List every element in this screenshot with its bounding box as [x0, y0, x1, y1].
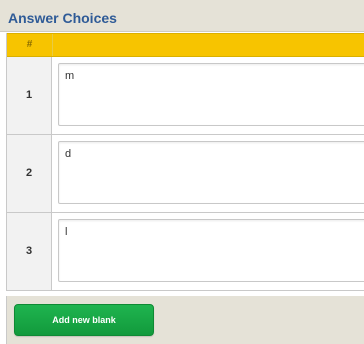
table-row: 3 l	[7, 213, 364, 291]
answer-input[interactable]: l	[58, 219, 364, 282]
answer-cell: l	[52, 213, 364, 290]
answer-choices-panel: Answer Choices # 1 m 2 d 3 l Add new bla…	[0, 0, 364, 344]
answer-input[interactable]: m	[58, 63, 364, 126]
row-number: 2	[7, 135, 52, 212]
panel-title: Answer Choices	[8, 10, 117, 26]
table-header: #	[7, 33, 364, 57]
number-column-header: #	[7, 34, 53, 56]
table-row: 2 d	[7, 135, 364, 213]
answer-input[interactable]: d	[58, 141, 364, 204]
panel-header: Answer Choices	[0, 0, 364, 32]
row-number: 1	[7, 57, 52, 134]
answer-choices-table: # 1 m 2 d 3 l	[6, 33, 364, 291]
answer-cell: m	[52, 57, 364, 134]
row-number: 3	[7, 213, 52, 290]
table-footer: Add new blank	[6, 296, 364, 344]
answer-cell: d	[52, 135, 364, 212]
add-new-blank-button[interactable]: Add new blank	[14, 304, 154, 336]
table-row: 1 m	[7, 57, 364, 135]
